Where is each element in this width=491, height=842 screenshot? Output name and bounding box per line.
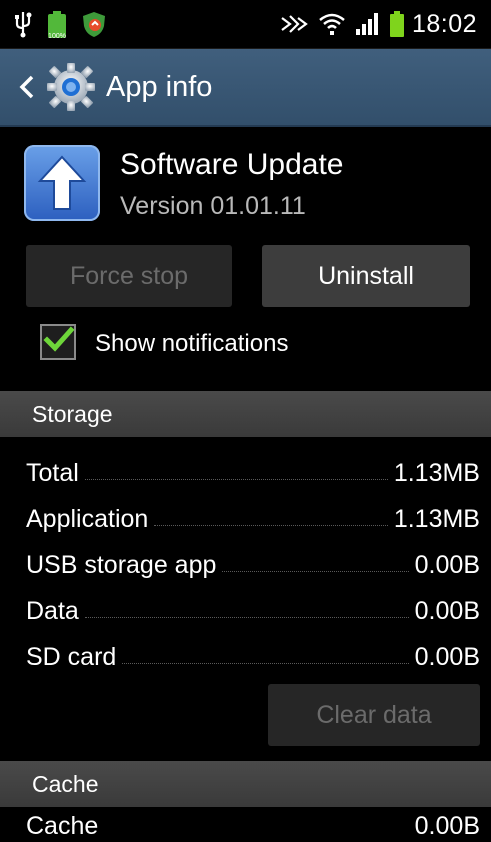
dotted-leader bbox=[122, 663, 409, 664]
dotted-leader bbox=[84, 479, 388, 480]
storage-row-application: Application 1.13MB bbox=[26, 494, 480, 534]
usb-icon bbox=[15, 12, 32, 38]
storage-row-sd-card: SD card 0.00B bbox=[26, 632, 480, 672]
row-label: Total bbox=[26, 459, 79, 487]
dotted-leader bbox=[222, 571, 409, 572]
row-label: SD card bbox=[26, 643, 117, 671]
row-value: 1.13MB bbox=[393, 459, 480, 487]
app-icon bbox=[24, 145, 100, 221]
force-stop-button[interactable]: Force stop bbox=[26, 245, 232, 307]
row-label: Application bbox=[26, 505, 149, 533]
up-arrow-icon bbox=[37, 155, 87, 210]
battery-icon: 100% bbox=[46, 10, 68, 40]
storage-row-data: Data 0.00B bbox=[26, 586, 480, 626]
signal-icon bbox=[355, 13, 378, 35]
storage-section-header: Storage bbox=[0, 391, 491, 437]
status-bar-right: 18:02 bbox=[280, 8, 477, 40]
show-notifications-label[interactable]: Show notifications bbox=[95, 330, 288, 358]
row-value: 0.00B bbox=[414, 812, 480, 840]
app-version: Version 01.01.11 bbox=[120, 192, 306, 220]
status-time: 18:02 bbox=[411, 9, 477, 38]
dotted-leader bbox=[84, 617, 409, 618]
row-value: 0.00B bbox=[414, 643, 480, 671]
wifi-icon bbox=[319, 13, 345, 35]
show-notifications-checkbox[interactable] bbox=[40, 324, 76, 360]
nfc-icon bbox=[281, 15, 308, 33]
storage-row-total: Total 1.13MB bbox=[26, 448, 480, 488]
cache-row: Cache 0.00B bbox=[26, 812, 480, 842]
row-label: USB storage app bbox=[26, 551, 217, 579]
title-bar: App info bbox=[0, 49, 491, 127]
row-label: Cache bbox=[26, 812, 99, 840]
settings-gear-icon bbox=[47, 63, 95, 111]
row-value: 1.13MB bbox=[393, 505, 480, 533]
dotted-leader bbox=[154, 525, 388, 526]
status-bar: 100% 18:02 bbox=[0, 0, 491, 49]
storage-row-usb-storage-app: USB storage app 0.00B bbox=[26, 540, 480, 580]
shield-icon bbox=[83, 12, 105, 37]
row-value: 0.00B bbox=[414, 597, 480, 625]
battery-icon bbox=[389, 11, 404, 37]
page-title: App info bbox=[106, 70, 213, 103]
row-label: Data bbox=[26, 597, 79, 625]
app-name: Software Update bbox=[120, 148, 344, 181]
cache-section-header: Cache bbox=[0, 761, 491, 807]
uninstall-button[interactable]: Uninstall bbox=[262, 245, 470, 307]
clear-data-button[interactable]: Clear data bbox=[268, 684, 480, 746]
battery-percent-label: 100% bbox=[48, 33, 66, 40]
back-icon[interactable] bbox=[18, 74, 36, 100]
status-bar-left: 100% bbox=[12, 8, 108, 40]
checkmark-icon bbox=[43, 326, 75, 352]
cache-header-label: Cache bbox=[32, 770, 99, 797]
storage-header-label: Storage bbox=[32, 400, 113, 427]
row-value: 0.00B bbox=[414, 551, 480, 579]
